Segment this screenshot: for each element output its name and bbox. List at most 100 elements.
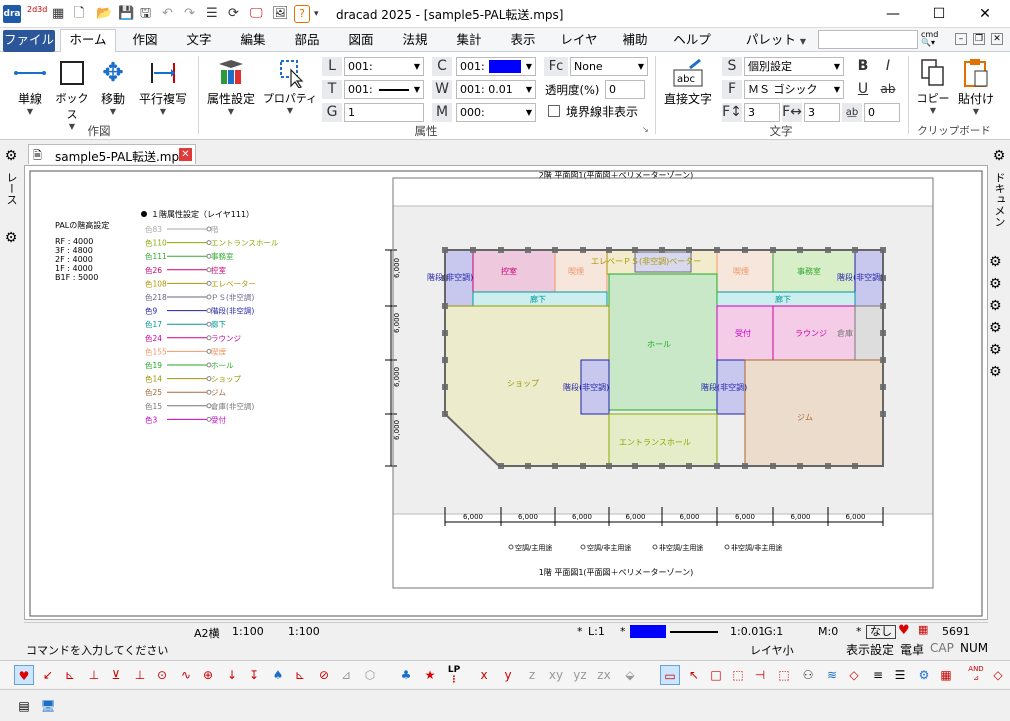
group-status[interactable]: G:1 <box>764 625 783 638</box>
open-folder-icon[interactable]: 📂 <box>96 5 112 23</box>
mode-logo[interactable]: 2d3d <box>27 5 47 23</box>
coord-x-button[interactable]: x <box>474 665 494 685</box>
snap-quadrant-icon[interactable]: ⊕ <box>198 665 218 685</box>
drawing-svg[interactable]: 2階 平面図1(平面図＋ペリメーターゾーン) PALの階高設定 RF : 400… <box>25 166 989 621</box>
panel-toggle-icon[interactable]: ⚙ <box>1 148 21 168</box>
snap-arc-icon[interactable]: ∿ <box>176 665 196 685</box>
drawing-canvas[interactable]: 2階 平面図1(平面図＋ペリメーターゾーン) PALの階高設定 RF : 400… <box>24 165 988 620</box>
panel-icon-6[interactable]: ⚙ <box>989 364 1002 380</box>
box-button[interactable]: ボックス ▼ <box>52 56 92 131</box>
select-people-icon[interactable]: ⚇ <box>798 665 818 685</box>
underline-button[interactable]: U <box>852 80 874 99</box>
coord-3d-icon[interactable]: ⬙ <box>620 665 640 685</box>
snap-endpoint-icon[interactable]: ↙ <box>38 665 58 685</box>
linewidth-status[interactable]: 1:0.01 <box>730 625 765 638</box>
select-fence-icon[interactable]: ⬚ <box>774 665 794 685</box>
panel-icon-1[interactable]: ⚙ <box>989 254 1002 270</box>
mdi-restore-icon[interactable]: ❐ <box>973 33 985 45</box>
coord-zx-button[interactable]: zx <box>592 665 616 685</box>
snap-corner-icon[interactable]: ⊾ <box>60 665 80 685</box>
panel-icon-2[interactable]: ⚙ <box>989 276 1002 292</box>
select-mode-icon[interactable]: ▭ <box>660 665 680 685</box>
tab-total[interactable]: 集計 <box>446 30 492 52</box>
snap-center-icon[interactable]: ⊙ <box>152 665 172 685</box>
mode-status[interactable]: M:0 <box>818 625 838 638</box>
border-hide-checkbox[interactable] <box>548 105 560 117</box>
snap-perp-icon[interactable]: ⊥ <box>84 665 104 685</box>
attr-dialog-launcher-icon[interactable]: ↘ <box>642 125 649 134</box>
heart-icon[interactable]: ♥ <box>898 623 910 638</box>
bold-button[interactable]: B <box>852 57 874 76</box>
document-tab[interactable]: ドキュメント <box>977 172 1007 236</box>
tab-view[interactable]: 表示 <box>500 30 546 52</box>
trace-tab[interactable]: レース <box>3 172 19 222</box>
snap-intersection-icon[interactable]: ⊻ <box>106 665 126 685</box>
status-color-swatch[interactable] <box>630 625 666 638</box>
new-file-icon[interactable]: 🗋 <box>74 5 84 23</box>
tab-draw[interactable]: 作図 <box>122 30 168 52</box>
fill-color-combo[interactable]: None ▼ <box>570 57 648 76</box>
coord-xy-button[interactable]: xy <box>544 665 568 685</box>
group-field[interactable]: 1 <box>344 103 424 122</box>
direct-text-button[interactable]: abc 直接文字 <box>660 56 716 107</box>
property-button[interactable]: プロパティ ▼ <box>262 56 318 115</box>
coord-y-button[interactable]: y <box>498 665 518 685</box>
tab-aux[interactable]: 補助 <box>612 30 658 52</box>
grid-icon[interactable]: ▦ <box>52 5 64 23</box>
italic-button[interactable]: I <box>877 57 899 76</box>
snap-3d-icon[interactable]: ⊿ <box>336 665 356 685</box>
save-as-icon[interactable]: 🖫 <box>140 5 151 23</box>
snap-none[interactable]: なし <box>866 625 896 639</box>
select-arrow-icon[interactable]: ↖ <box>684 665 704 685</box>
redo-icon[interactable]: ↷ <box>184 5 195 23</box>
font-width-field[interactable]: 3 <box>804 103 840 122</box>
snap-mid-icon[interactable]: ⊥ <box>130 665 150 685</box>
char-spacing-field[interactable]: 0 <box>864 103 900 122</box>
color-combo[interactable]: 001: ▼ <box>456 57 536 76</box>
tab-edit[interactable]: 編集 <box>230 30 276 52</box>
layer-panel-icon[interactable]: ⚙ <box>1 230 21 250</box>
font-combo[interactable]: ＭＳ ゴシック ▼ <box>744 80 844 99</box>
tab-layer[interactable]: レイヤ <box>554 30 604 52</box>
layer-combo[interactable]: 001: ▼ <box>344 57 424 76</box>
snap-ortho-icon[interactable]: ⊾ <box>290 665 310 685</box>
attr-setting-button[interactable]: 属性設定 ▼ <box>202 56 260 116</box>
calculator[interactable]: 電卓 <box>900 641 924 658</box>
image-icon[interactable]: 🖼 <box>272 5 289 23</box>
command-search-input[interactable] <box>818 30 918 49</box>
monitor-icon[interactable]: 🖵 <box>250 5 263 23</box>
strikethrough-button[interactable]: ab <box>877 80 899 99</box>
grid-status-icon[interactable]: ▦ <box>918 623 928 636</box>
snap-down-icon[interactable]: ↓ <box>222 665 242 685</box>
layer-status[interactable]: L:1 <box>588 625 605 638</box>
tab-text[interactable]: 文字 <box>176 30 222 52</box>
select-box-icon[interactable]: □ <box>706 665 726 685</box>
scale-2[interactable]: 1:100 <box>288 625 320 638</box>
refresh-icon[interactable]: ⟳ <box>228 5 239 23</box>
single-line-button[interactable]: 単線 ▼ <box>8 56 52 116</box>
select-lines-icon[interactable]: ≡ <box>868 665 888 685</box>
linetype-combo[interactable]: 001: ▼ <box>344 80 424 99</box>
paper-size[interactable]: A2横 <box>194 625 220 641</box>
tab-law[interactable]: 法規 <box>392 30 438 52</box>
snap-point-icon[interactable]: ♠ <box>268 665 288 685</box>
customize-icon[interactable]: ▾ <box>314 5 319 23</box>
coord-yz-button[interactable]: yz <box>568 665 592 685</box>
select-dash-box-icon[interactable]: ⬚ <box>728 665 748 685</box>
select-line-icon[interactable]: ⊣ <box>750 665 770 685</box>
document-tab[interactable]: 🗎 sample5-PAL転送.mps ✕ <box>28 144 196 164</box>
tab-file[interactable]: ファイル <box>3 30 55 52</box>
snap-mesh-icon[interactable]: ♣ <box>396 665 416 685</box>
text-style-combo[interactable]: 個別設定 ▼ <box>744 57 844 76</box>
move-button[interactable]: ✥ 移動 ▼ <box>94 56 132 116</box>
screen-icon[interactable]: 🖥 <box>38 696 58 716</box>
select-fill-icon[interactable]: ◇ <box>844 665 864 685</box>
minimize-button[interactable]: — <box>870 0 916 28</box>
coord-z-button[interactable]: z <box>522 665 542 685</box>
panel-icon-3[interactable]: ⚙ <box>989 298 1002 314</box>
tab-parts[interactable]: 部品 <box>284 30 330 52</box>
mdi-close-icon[interactable]: ✕ <box>991 33 1003 45</box>
width-combo[interactable]: 001: 0.01 ▼ <box>456 80 536 99</box>
maximize-button[interactable]: ☐ <box>916 0 962 28</box>
lp-button[interactable]: LP ⋮ <box>444 665 464 685</box>
